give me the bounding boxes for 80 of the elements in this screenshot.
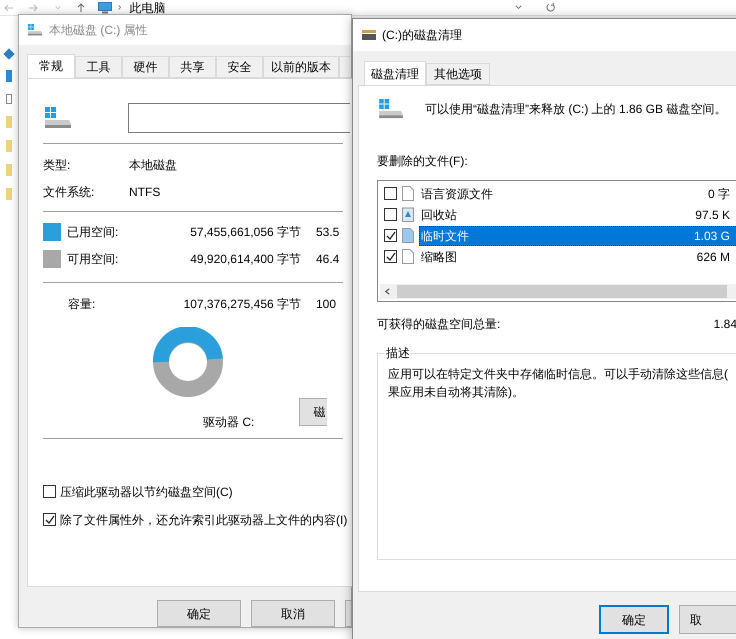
file-size: 1.03 G (694, 228, 730, 244)
horizontal-scrollbar[interactable] (380, 284, 736, 299)
check-icon (44, 514, 54, 525)
file-size: 0 字 (708, 186, 730, 202)
checkbox[interactable] (384, 250, 397, 263)
drive-label: 驱动器 C: (203, 414, 254, 431)
dialog-button[interactable] (345, 600, 351, 627)
checkbox[interactable] (384, 187, 397, 200)
tab[interactable]: 硬件 (122, 56, 169, 78)
file-size: 97.5 K (695, 206, 730, 224)
disk-cleanup-button[interactable]: 磁 (299, 398, 328, 426)
file-row[interactable]: 语言资源文件 0 字 (419, 184, 736, 204)
file-name: 语言资源文件 (420, 186, 494, 202)
summary-text: 可以使用“磁盘清理”来释放 (C:) 上的 1.86 GB 磁盘空间。 (425, 101, 726, 118)
file-row[interactable]: 临时文件 1.03 G (419, 226, 736, 246)
check-icon (386, 252, 396, 262)
tab[interactable]: 安全 (216, 56, 263, 78)
drive-icon (27, 24, 43, 36)
file-size: 626 M (696, 248, 730, 266)
tab[interactable]: 共享 (169, 56, 216, 78)
chevron-down-icon[interactable] (514, 3, 523, 12)
space-size: 53.5 (316, 224, 340, 242)
usage-donut-drawing (153, 326, 223, 397)
file-name: 缩略图 (420, 248, 458, 266)
tab[interactable]: 常规 (27, 54, 75, 79)
space-label: 可用空间: (67, 251, 120, 268)
back-icon[interactable] (4, 2, 14, 12)
tab[interactable]: 磁盘清理 (364, 61, 426, 86)
drive-icon (43, 106, 73, 129)
field-value: 本地磁盘 (129, 157, 177, 174)
document-icon (402, 186, 414, 201)
space-bytes: 49,920,614,400 字节 (189, 251, 301, 268)
checkbox[interactable] (384, 208, 397, 221)
tab[interactable]: 其他选项 (426, 63, 490, 85)
recycle-bin-icon (402, 207, 414, 222)
option-label: 压缩此驱动器以节约磁盘空间(C) (60, 484, 233, 501)
checkbox[interactable] (43, 485, 56, 498)
space-size: 46.4 (316, 251, 340, 268)
file-row[interactable]: 回收站 97.5 K (419, 204, 736, 224)
file-name: 临时文件 (420, 228, 470, 244)
space-label: 已用空间: (67, 224, 120, 242)
total-label: 可获得的磁盘空间总量: (377, 316, 502, 333)
scroll-left-icon[interactable] (384, 288, 391, 295)
window-title: 本地磁盘 (C:) 属性 (49, 22, 148, 39)
capacity-bytes: 107,376,275,456 字节 (182, 296, 301, 314)
tab[interactable]: 工具 (75, 56, 122, 78)
forward-icon[interactable] (28, 2, 38, 12)
dialog-button[interactable]: 取 (679, 605, 736, 634)
file-row[interactable]: 缩略图 626 M (419, 246, 736, 266)
drive-icon (362, 30, 376, 40)
capacity-size: 100 (316, 296, 336, 314)
drive-icon (377, 99, 405, 119)
up-icon[interactable] (76, 2, 86, 12)
computer-icon (98, 2, 112, 14)
files-label: 要删除的文件(F): (377, 153, 469, 170)
drive-name-field[interactable] (128, 102, 350, 133)
option-label: 除了文件属性外，还允许索引此驱动器上文件的内容(I) (60, 512, 348, 529)
dialog-button[interactable]: 确定 (599, 605, 670, 634)
scrollbar-thumb[interactable] (397, 285, 727, 298)
file-name: 回收站 (420, 206, 458, 224)
capacity-label: 容量: (68, 296, 96, 314)
refresh-icon[interactable] (545, 2, 556, 13)
group-title: 描述 (385, 346, 411, 360)
document-icon[interactable] (6, 94, 12, 104)
checkbox[interactable] (43, 513, 56, 526)
window-title: (C:)的磁盘清理 (382, 27, 462, 44)
description-text: 应用可以在特定文件夹中存储临时信息。可以手动清除这些信息( 果应用未自动将其清除)。 (388, 366, 729, 401)
space-bytes: 57,455,661,056 字节 (189, 224, 301, 242)
dialog-button[interactable]: 取消 (251, 600, 336, 627)
location-text[interactable]: 此电脑 (129, 0, 166, 14)
checkbox[interactable] (384, 229, 397, 242)
document-icon (402, 228, 414, 243)
field-label: 文件系统: (43, 184, 96, 202)
field-label: 类型: (43, 157, 72, 174)
check-icon (386, 230, 396, 240)
dialog-button[interactable]: 确定 (157, 600, 242, 627)
field-value: NTFS (129, 184, 160, 202)
tab[interactable]: 以前的版本 (263, 56, 339, 78)
document-icon (402, 249, 414, 264)
breadcrumb-separator: › (118, 1, 122, 15)
